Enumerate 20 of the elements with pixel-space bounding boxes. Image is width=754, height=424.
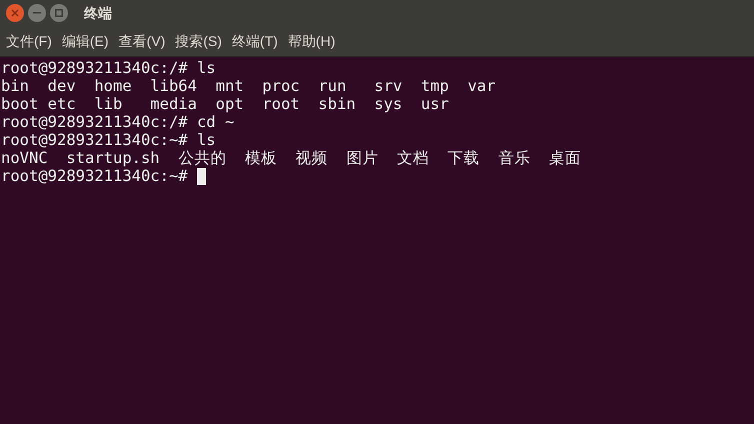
terminal-line: root@92893211340c:/# ls	[1, 59, 216, 77]
close-button[interactable]	[6, 4, 24, 22]
minimize-icon	[33, 12, 41, 14]
minimize-button[interactable]	[28, 4, 46, 22]
menu-item[interactable]: 查看(V)	[118, 30, 166, 52]
menu-item[interactable]: 文件(F)	[6, 30, 52, 52]
close-icon	[11, 9, 19, 17]
terminal-line: root@92893211340c:/# cd ~	[1, 113, 234, 131]
terminal-line: root@92893211340c:~# ls	[1, 131, 216, 149]
terminal-line: boot etc lib media opt root sbin sys usr	[1, 95, 449, 113]
menu-item[interactable]: 终端(T)	[232, 30, 278, 52]
menu-item[interactable]: 编辑(E)	[62, 30, 109, 52]
terminal-line: root@92893211340c:~#	[1, 167, 189, 185]
window-title: 终端	[84, 4, 112, 22]
menu-item[interactable]: 搜索(S)	[175, 30, 222, 52]
terminal-line: bin dev home lib64 mnt proc run srv tmp var	[1, 77, 496, 95]
maximize-icon	[55, 9, 63, 17]
terminal-line: noVNC startup.sh 公共的 模板 视频 图片 文档 下载 音乐 桌面	[1, 149, 581, 167]
maximize-button[interactable]	[50, 4, 68, 22]
menu-item[interactable]: 帮助(H)	[288, 30, 336, 52]
